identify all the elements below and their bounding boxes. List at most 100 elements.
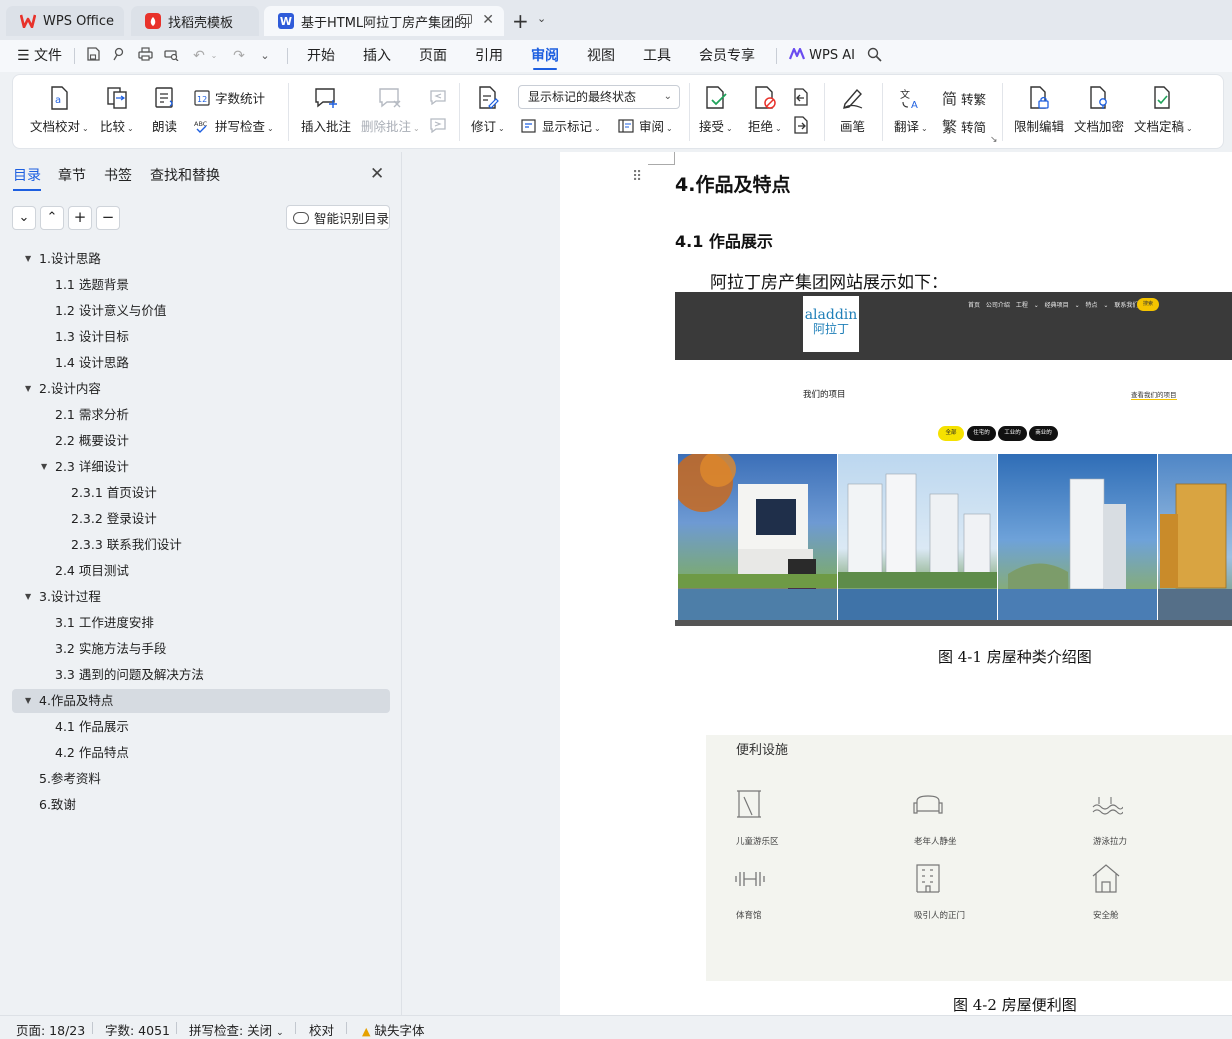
tab-chapters[interactable]: 章节 <box>58 165 86 185</box>
menu-review[interactable]: 审阅 <box>531 40 559 72</box>
collapse-arrow-icon[interactable]: ▼ <box>25 585 31 609</box>
undo-dropdown-icon[interactable]: ⌄ <box>205 47 223 65</box>
next-change-icon[interactable] <box>792 116 815 134</box>
encrypt-button[interactable]: 文档加密 <box>1074 86 1124 135</box>
smart-toc-button[interactable]: 智能识别目录 <box>286 205 390 230</box>
figure-caption-2[interactable]: 图 4-2 房屋便利图 <box>953 994 1077 1015</box>
finalize-button[interactable]: 文档定稿 ⌄ <box>1134 86 1193 135</box>
toc-item[interactable]: 4.1 作品展示 <box>0 715 390 739</box>
add-heading-button[interactable]: + <box>68 206 92 230</box>
menu-page[interactable]: 页面 <box>419 40 447 72</box>
to-traditional-button[interactable]: 简 转繁 <box>942 88 986 109</box>
tab-document[interactable]: W 基于HTML阿拉丁房产集团的网 ✕ <box>264 6 504 36</box>
toc-item[interactable]: 2.2 概要设计 <box>0 429 390 453</box>
toc-item[interactable]: ▼ 2.设计内容 <box>0 377 390 401</box>
toc-item[interactable]: 3.1 工作进度安排 <box>0 611 390 635</box>
toc-item[interactable]: ▼ 2.3 详细设计 <box>0 455 390 479</box>
collapse-up-button[interactable]: ⌃ <box>40 206 64 230</box>
chevron-down-icon[interactable]: ⌄ <box>537 12 546 25</box>
next-comment-icon[interactable] <box>429 117 452 133</box>
previous-comment-icon[interactable] <box>429 89 452 105</box>
toc-item[interactable]: 3.3 遇到的问题及解决方法 <box>0 663 390 687</box>
search-icon[interactable] <box>865 47 883 65</box>
tab-bookmarks[interactable]: 书签 <box>104 165 132 185</box>
collapse-arrow-icon[interactable]: ▼ <box>25 377 31 401</box>
word-count-button[interactable]: 12 字数统计 <box>194 88 265 107</box>
delete-comment-button[interactable]: 删除批注 ⌄ <box>361 86 420 135</box>
menu-view[interactable]: 视图 <box>587 40 615 72</box>
drag-handle-icon[interactable]: ⠿ <box>632 170 642 184</box>
proofread-button[interactable]: a 文档校对 ⌄ <box>30 86 89 135</box>
previous-change-icon[interactable] <box>792 88 815 106</box>
toc-item[interactable]: 6.致谢 <box>0 793 390 817</box>
body-paragraph[interactable]: 阿拉丁房产集团网站展示如下： <box>710 268 948 293</box>
to-simplified-button[interactable]: 繁 转简 <box>942 116 986 137</box>
new-tab-plus-icon[interactable]: + <box>512 9 529 33</box>
toc-item[interactable]: ▼ 3.设计过程 <box>0 585 390 609</box>
toc-item[interactable]: 2.3.2 登录设计 <box>0 507 390 531</box>
save-icon[interactable] <box>84 47 102 65</box>
toc-item[interactable]: 1.3 设计目标 <box>0 325 390 349</box>
file-menu[interactable]: ☰ 文件 <box>17 40 62 72</box>
translate-button[interactable]: 文A 翻译 ⌄ <box>894 86 928 135</box>
spell-check-status[interactable]: 拼写检查: 关闭 ⌄ <box>189 1020 284 1039</box>
tab-wps-office[interactable]: WPS Office <box>6 6 124 36</box>
toc-item[interactable]: 1.1 选题背景 <box>0 273 390 297</box>
menu-tools[interactable]: 工具 <box>643 40 671 72</box>
markup-state-select[interactable]: 显示标记的最终状态 ⌄ <box>518 85 680 109</box>
group-expand-icon[interactable]: ↘ <box>990 135 998 145</box>
heading-1[interactable]: 4.作品及特点 <box>675 170 790 197</box>
reject-button[interactable]: 拒绝 ⌄ <box>748 86 782 135</box>
amenities-screenshot-image[interactable]: 便利设施 儿童游乐区 老年人静坐 游泳拉力 体育馆 吸引人的正门 安全舱 <box>706 735 1232 981</box>
collapse-arrow-icon[interactable]: ▼ <box>25 247 31 271</box>
show-markup-button[interactable]: 显示标记 ⌄ <box>521 116 601 135</box>
website-screenshot-image[interactable]: aladdin 阿拉丁 首页 公司介绍 工程 ⌄ 经典项目 ⌄ 特点 ⌄ 联系我… <box>675 292 1232 626</box>
heading-2[interactable]: 4.1 作品展示 <box>675 228 773 252</box>
word-count-indicator[interactable]: 字数: 4051 <box>105 1020 170 1039</box>
read-aloud-button[interactable]: 朗读 <box>152 86 177 135</box>
toc-item[interactable]: ▼ 1.设计思路 <box>0 247 390 271</box>
more-quick-actions-chevron-icon[interactable]: ⌄ <box>256 47 274 65</box>
proof-status[interactable]: 校对 <box>309 1020 334 1039</box>
collapse-arrow-icon[interactable]: ▼ <box>25 689 31 713</box>
redo-icon[interactable]: ↷ <box>230 47 248 65</box>
missing-font-status[interactable]: ▲ 缺失字体 <box>362 1020 424 1039</box>
print-icon[interactable] <box>136 47 154 65</box>
expand-down-button[interactable]: ⌄ <box>12 206 36 230</box>
toc-item[interactable]: 1.4 设计思路 <box>0 351 390 375</box>
toc-item[interactable]: 3.2 实施方法与手段 <box>0 637 390 661</box>
tab-toc[interactable]: 目录 <box>13 165 41 191</box>
format-painter-icon[interactable] <box>110 47 128 65</box>
wps-ai-button[interactable]: WPS AI <box>788 40 855 72</box>
toc-item[interactable]: ▼ 4.作品及特点 <box>0 689 390 713</box>
toc-item[interactable]: 2.3.1 首页设计 <box>0 481 390 505</box>
remove-heading-button[interactable]: − <box>96 206 120 230</box>
menu-insert[interactable]: 插入 <box>363 40 391 72</box>
toc-item[interactable]: 5.参考资料 <box>0 767 390 791</box>
restrict-edit-button[interactable]: 限制编辑 <box>1014 86 1064 135</box>
figure-caption-1[interactable]: 图 4-1 房屋种类介绍图 <box>938 646 1092 667</box>
menu-start[interactable]: 开始 <box>307 40 335 72</box>
menu-reference[interactable]: 引用 <box>475 40 503 72</box>
toc-item[interactable]: 2.4 项目测试 <box>0 559 390 583</box>
screen-icon[interactable] <box>459 14 472 24</box>
print-preview-icon[interactable] <box>162 47 180 65</box>
accept-button[interactable]: 接受 ⌄ <box>699 86 733 135</box>
toc-item[interactable]: 2.3.3 联系我们设计 <box>0 533 390 557</box>
compare-button[interactable]: 比较 ⌄ <box>100 86 134 135</box>
toc-item[interactable]: 4.2 作品特点 <box>0 741 390 765</box>
tab-template[interactable]: 找稻壳模板 <box>131 6 259 36</box>
close-pane-icon[interactable]: ✕ <box>370 164 384 184</box>
pen-button[interactable]: 画笔 <box>840 86 865 135</box>
spell-check-button[interactable]: ABC 拼写检查 ⌄ <box>194 116 274 135</box>
page-indicator[interactable]: 页面: 18/23 <box>16 1020 85 1039</box>
toc-item[interactable]: 2.1 需求分析 <box>0 403 390 427</box>
insert-comment-button[interactable]: 插入批注 <box>301 86 351 135</box>
close-tab-icon[interactable]: ✕ <box>482 12 494 28</box>
track-changes-button[interactable]: 修订 ⌄ <box>471 86 505 135</box>
toc-item[interactable]: 1.2 设计意义与价值 <box>0 299 390 323</box>
review-pane-button[interactable]: 审阅 ⌄ <box>618 116 673 135</box>
collapse-arrow-icon[interactable]: ▼ <box>41 455 47 479</box>
menu-member[interactable]: 会员专享 <box>699 40 755 72</box>
tab-find-replace[interactable]: 查找和替换 <box>150 165 220 185</box>
